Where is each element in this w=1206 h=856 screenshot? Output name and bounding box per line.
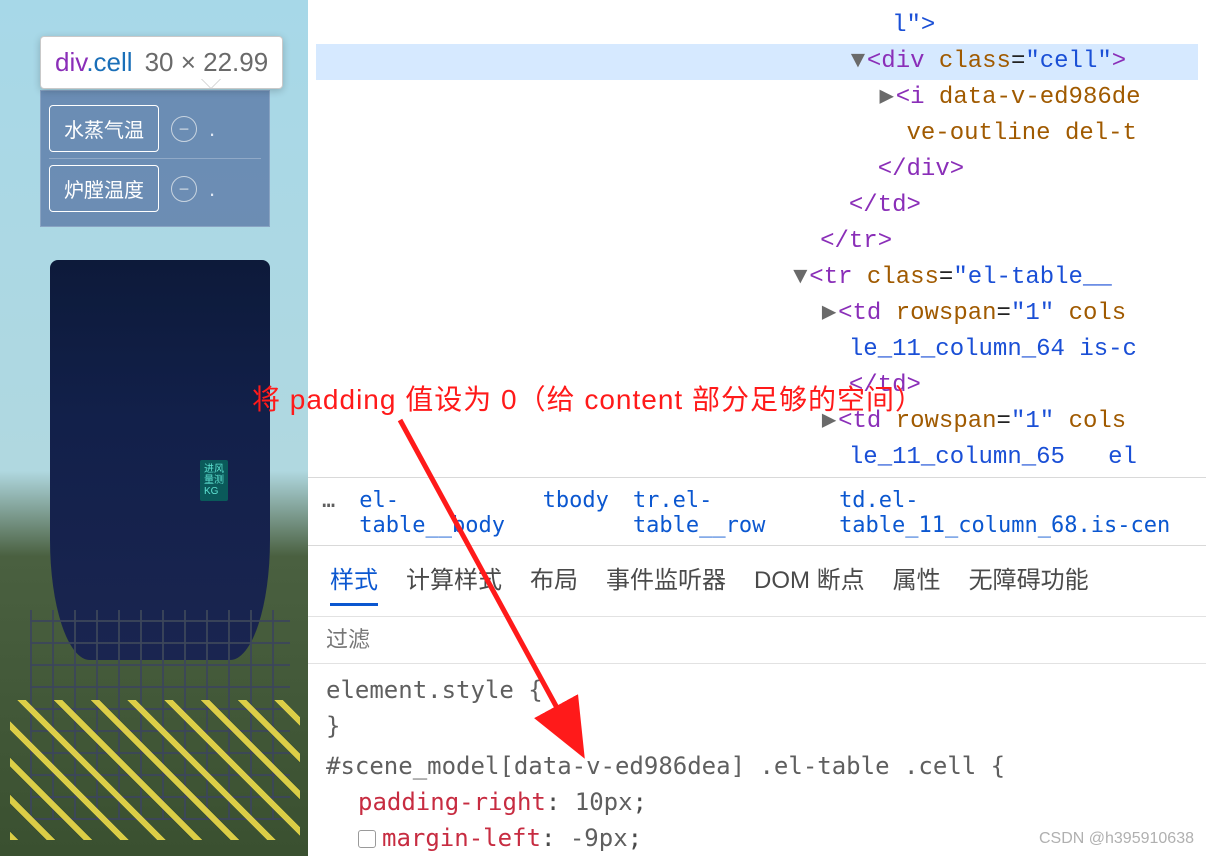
styles-tabbar: 样式 计算样式 布局 事件监听器 DOM 断点 属性 无障碍功能	[308, 545, 1206, 616]
dom-line[interactable]: le_11_column_64 is-c	[316, 332, 1198, 368]
chevron-down-icon: ▼	[849, 44, 867, 80]
breadcrumb-item[interactable]: td.el-table_11_column_68.is-cen	[839, 488, 1192, 535]
tooltip-classname: .cell	[86, 47, 132, 77]
breadcrumb-item[interactable]: el-table__body	[359, 488, 518, 535]
devtools-panel: l"> ▼<div class="cell"> ▶<i data-v-ed986…	[308, 0, 1206, 856]
breadcrumb-item[interactable]: tr.el-table__row	[633, 488, 815, 535]
dom-line[interactable]: ▶<td rowspan="1" cols	[316, 296, 1198, 332]
style-rule-element[interactable]: element.style { }	[326, 672, 1188, 744]
hud-button-furnace-temp[interactable]: 炉膛温度	[49, 165, 159, 212]
hud-button-steam-temp[interactable]: 水蒸气温	[49, 105, 159, 152]
tab-accessibility[interactable]: 无障碍功能	[969, 560, 1089, 606]
tooltip-dimensions: 30 × 22.99	[145, 47, 269, 78]
dom-line[interactable]: l">	[316, 8, 1198, 44]
css-toggle-checkbox[interactable]	[358, 830, 376, 848]
minus-circle-icon[interactable]: −	[171, 176, 197, 202]
dom-line[interactable]: ve-outline del-t	[316, 116, 1198, 152]
css-prop-padding-right[interactable]: padding-right	[358, 788, 546, 816]
chevron-down-icon: ▼	[791, 260, 809, 296]
hud-row-2: 炉膛温度 − .	[49, 159, 261, 218]
dom-line[interactable]: </div>	[316, 152, 1198, 188]
annotation-text: 将 padding 值设为 0（给 content 部分足够的空间）	[252, 378, 924, 418]
dom-line[interactable]: ▶<td rowspan="1" cols	[316, 476, 1198, 477]
breadcrumb-item[interactable]: tbody	[543, 488, 609, 535]
chevron-right-icon: ▶	[878, 80, 896, 116]
css-selector: #scene_model[data-v-ed986dea] .el-table …	[326, 752, 976, 780]
dom-line[interactable]: </td>	[316, 188, 1198, 224]
css-value[interactable]: 10px	[575, 788, 633, 816]
tab-properties[interactable]: 属性	[893, 560, 941, 606]
styles-filter-input[interactable]	[326, 627, 1188, 653]
chevron-right-icon: ▶	[820, 296, 838, 332]
tooltip-tagname: div	[55, 47, 86, 77]
styles-rules-pane[interactable]: element.style { } #scene_model[data-v-ed…	[308, 663, 1206, 856]
chevron-right-icon: ▶	[820, 476, 838, 477]
scene-tower	[50, 260, 270, 660]
tab-event-listeners[interactable]: 事件监听器	[606, 560, 726, 606]
dom-line-selected[interactable]: ▼<div class="cell">	[316, 44, 1198, 80]
scene-yellow-lines	[10, 700, 300, 840]
hud-row-1: 水蒸气温 − .	[49, 99, 261, 159]
watermark-text: CSDN @h395910638	[1039, 830, 1194, 848]
dom-line[interactable]: ▶<i data-v-ed986de	[316, 80, 1198, 116]
breadcrumb-ellipsis[interactable]: …	[322, 488, 335, 535]
css-selector: element.style	[326, 676, 514, 704]
hud-dot-icon: .	[209, 176, 215, 202]
minus-circle-icon[interactable]: −	[171, 116, 197, 142]
tab-styles[interactable]: 样式	[330, 560, 378, 606]
tab-layout[interactable]: 布局	[530, 560, 578, 606]
tab-computed[interactable]: 计算样式	[406, 560, 502, 606]
dom-line[interactable]: le_11_column_65 el	[316, 440, 1198, 476]
app-viewport: 进风量测KG 水蒸气温 − . 炉膛温度 − . div.cell 30 × 2…	[0, 0, 308, 856]
dom-breadcrumb[interactable]: … el-table__body tbody tr.el-table__row …	[308, 477, 1206, 545]
dom-line[interactable]: </tr>	[316, 224, 1198, 260]
element-inspect-tooltip: div.cell 30 × 22.99	[40, 36, 283, 89]
styles-filter-row	[308, 616, 1206, 663]
dom-line[interactable]: ▼<tr class="el-table__	[316, 260, 1198, 296]
hud-dot-icon: .	[209, 116, 215, 142]
hud-panel: 水蒸气温 − . 炉膛温度 − .	[40, 90, 270, 227]
scene-badge: 进风量测KG	[200, 460, 228, 501]
tab-dom-breakpoints[interactable]: DOM 断点	[754, 560, 865, 606]
css-prop-margin-left[interactable]: margin-left	[382, 824, 541, 852]
css-value[interactable]: -9px	[570, 824, 628, 852]
